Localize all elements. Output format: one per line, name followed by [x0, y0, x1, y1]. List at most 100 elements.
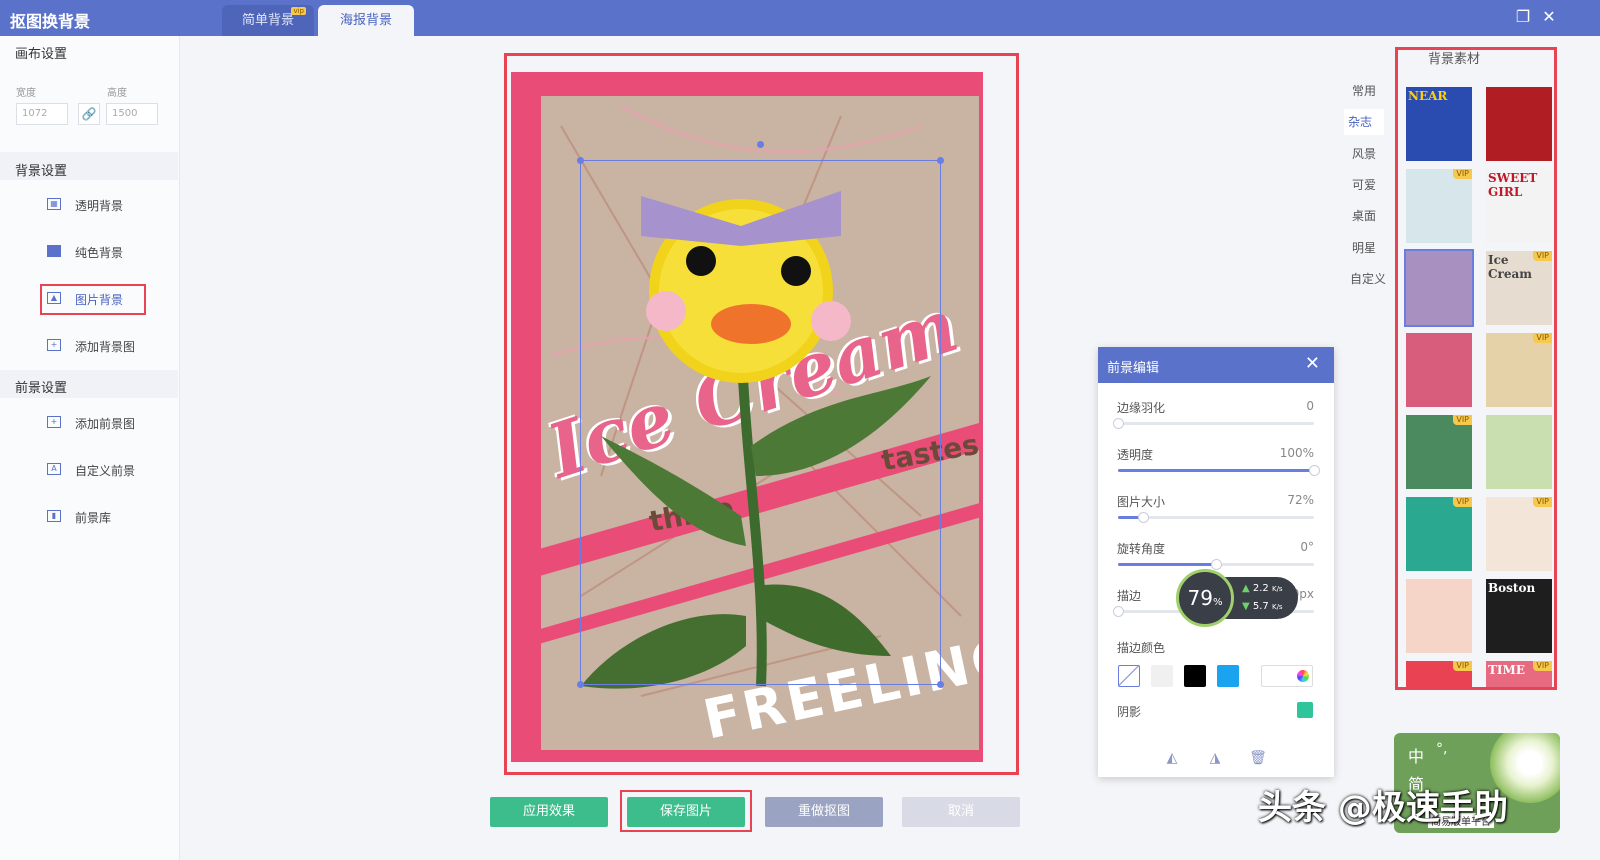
- background-thumbnail[interactable]: [1486, 415, 1552, 489]
- background-thumbnail[interactable]: VIP: [1406, 661, 1472, 687]
- thumbnail-text: SWEET GIRL: [1488, 171, 1538, 199]
- menu-label: 添加前景图: [75, 417, 136, 431]
- transparent-grid-icon: ▦: [47, 198, 61, 210]
- menu-label: 自定义前景: [75, 464, 136, 478]
- image-size-slider[interactable]: [1118, 512, 1314, 523]
- background-thumbnail[interactable]: [1406, 333, 1472, 407]
- feather-slider[interactable]: [1113, 418, 1314, 429]
- tab-label: 简单背景: [241, 13, 294, 28]
- rate-unit: K/s: [1271, 585, 1283, 593]
- watermark: 头条 @极速手助: [1258, 788, 1508, 828]
- background-thumbnail[interactable]: [1486, 87, 1552, 161]
- category-scenery[interactable]: 风景: [1352, 145, 1376, 162]
- feather-label: 边缘羽化: [1117, 401, 1166, 415]
- blue-swatch[interactable]: [1217, 665, 1239, 687]
- category-desktop[interactable]: 桌面: [1352, 207, 1376, 224]
- rotation-slider[interactable]: [1118, 559, 1314, 570]
- cancel-button[interactable]: 取消: [902, 797, 1020, 827]
- background-thumbnail[interactable]: SWEET GIRL: [1486, 169, 1552, 243]
- background-thumbnail[interactable]: Boston: [1486, 579, 1552, 653]
- width-input[interactable]: 1072: [16, 103, 68, 125]
- background-thumbnail[interactable]: Ice Cream VIP: [1486, 251, 1552, 325]
- menu-add-foreground-image[interactable]: + 添加前景图: [0, 404, 178, 442]
- add-image-icon: +: [47, 339, 61, 351]
- ime-language[interactable]: 中: [1408, 743, 1424, 767]
- menu-add-background-image[interactable]: + 添加背景图: [0, 327, 178, 365]
- menu-foreground-library[interactable]: ▮ 前景库: [0, 498, 178, 536]
- shadow-toggle[interactable]: [1297, 702, 1313, 718]
- tab-poster-background[interactable]: 海报背景: [318, 5, 414, 36]
- custom-color-picker[interactable]: [1261, 665, 1313, 687]
- foreground-edit-panel: 前景编辑 ✕ 边缘羽化 0 透明度 100% 图片大小 72% 旋转角度 0° …: [1098, 347, 1334, 777]
- resize-handle[interactable]: [937, 157, 944, 164]
- background-thumbnail[interactable]: VIP: [1486, 333, 1552, 407]
- vip-badge: VIP: [1453, 415, 1472, 425]
- rotation-value: 0°: [1300, 540, 1314, 554]
- close-icon[interactable]: ✕: [1305, 353, 1320, 374]
- down-arrow-icon: ▼: [1242, 601, 1250, 612]
- text-a-icon: A: [47, 463, 61, 475]
- foreground-settings-title: 前景设置: [15, 381, 68, 396]
- flip-vertical-icon[interactable]: ◮: [1204, 747, 1226, 769]
- menu-solid-background[interactable]: 纯色背景: [0, 233, 178, 271]
- title-bar: 抠图换背景 简单背景 vip 海报背景 ❐ ✕: [0, 0, 1600, 36]
- category-magazine[interactable]: 杂志: [1344, 109, 1384, 135]
- apply-effect-button[interactable]: 应用效果: [490, 797, 608, 827]
- redo-cutout-button[interactable]: 重做抠图: [765, 797, 883, 827]
- settings-sidebar: 画布设置 宽度 高度 1072 🔗 1500 背景设置 ▦ 透明背景 纯色背景 …: [0, 36, 180, 860]
- download-value: 5.7: [1252, 601, 1269, 612]
- thumbnail-text: TIME: [1488, 663, 1525, 677]
- flip-horizontal-icon[interactable]: ◭: [1161, 747, 1183, 769]
- color-wheel-icon: [1297, 670, 1309, 682]
- background-thumbnail[interactable]: [1406, 579, 1472, 653]
- opacity-value: 100%: [1279, 446, 1314, 460]
- upload-speed: ▲ 2.2 K/s: [1242, 583, 1283, 594]
- up-arrow-icon: ▲: [1242, 583, 1250, 594]
- opacity-slider[interactable]: [1118, 465, 1320, 476]
- rotate-handle[interactable]: [757, 141, 764, 148]
- category-common[interactable]: 常用: [1352, 82, 1376, 99]
- memory-usage-circle[interactable]: 79%: [1176, 569, 1234, 627]
- black-swatch[interactable]: [1184, 665, 1206, 687]
- menu-label: 添加背景图: [75, 340, 136, 354]
- background-thumbnail[interactable]: [1404, 249, 1474, 327]
- ime-punctuation[interactable]: °,: [1436, 741, 1447, 757]
- background-thumbnail[interactable]: VIP: [1406, 497, 1472, 571]
- vip-badge: VIP: [1453, 497, 1472, 507]
- background-thumbnail[interactable]: VIP: [1406, 169, 1472, 243]
- vip-badge: VIP: [1453, 661, 1472, 671]
- rotation-label: 旋转角度: [1117, 542, 1166, 556]
- opacity-label: 透明度: [1117, 448, 1154, 462]
- vip-badge: VIP: [1453, 169, 1472, 179]
- category-cute[interactable]: 可爱: [1352, 176, 1376, 193]
- resize-handle[interactable]: [577, 157, 584, 164]
- tab-label: 海报背景: [339, 13, 392, 28]
- foreground-selection-box[interactable]: [577, 141, 944, 688]
- restore-window-icon[interactable]: ❐: [1512, 6, 1534, 28]
- white-swatch[interactable]: [1151, 665, 1173, 687]
- background-thumbnail[interactable]: VIP: [1406, 415, 1472, 489]
- category-stars[interactable]: 明星: [1352, 239, 1376, 256]
- library-chart-icon: ▮: [47, 510, 61, 522]
- download-speed: ▼ 5.7 K/s: [1242, 601, 1283, 612]
- menu-transparent-background[interactable]: ▦ 透明背景: [0, 186, 178, 224]
- vip-badge: VIP: [1533, 251, 1552, 261]
- image-size-value: 72%: [1287, 493, 1314, 507]
- close-window-icon[interactable]: ✕: [1538, 6, 1560, 28]
- resize-handle[interactable]: [577, 681, 584, 688]
- background-thumbnail[interactable]: NEAR: [1406, 87, 1472, 161]
- delete-icon[interactable]: 🗑: [1247, 747, 1269, 769]
- category-custom[interactable]: 自定义: [1350, 270, 1386, 287]
- background-thumbnail[interactable]: TIME VIP: [1486, 661, 1552, 687]
- resize-handle[interactable]: [937, 681, 944, 688]
- materials-title: 背景素材: [1428, 52, 1481, 67]
- background-thumbnail[interactable]: VIP: [1486, 497, 1552, 571]
- width-label: 宽度: [16, 88, 36, 99]
- no-color-swatch[interactable]: [1118, 665, 1140, 687]
- height-input[interactable]: 1500: [106, 103, 158, 125]
- thumbnail-text: Boston: [1488, 581, 1536, 595]
- tab-simple-background[interactable]: 简单背景 vip: [222, 5, 314, 36]
- feather-value: 0: [1306, 399, 1314, 413]
- lock-ratio-link-icon[interactable]: 🔗: [78, 103, 100, 125]
- menu-custom-foreground[interactable]: A 自定义前景: [0, 451, 178, 489]
